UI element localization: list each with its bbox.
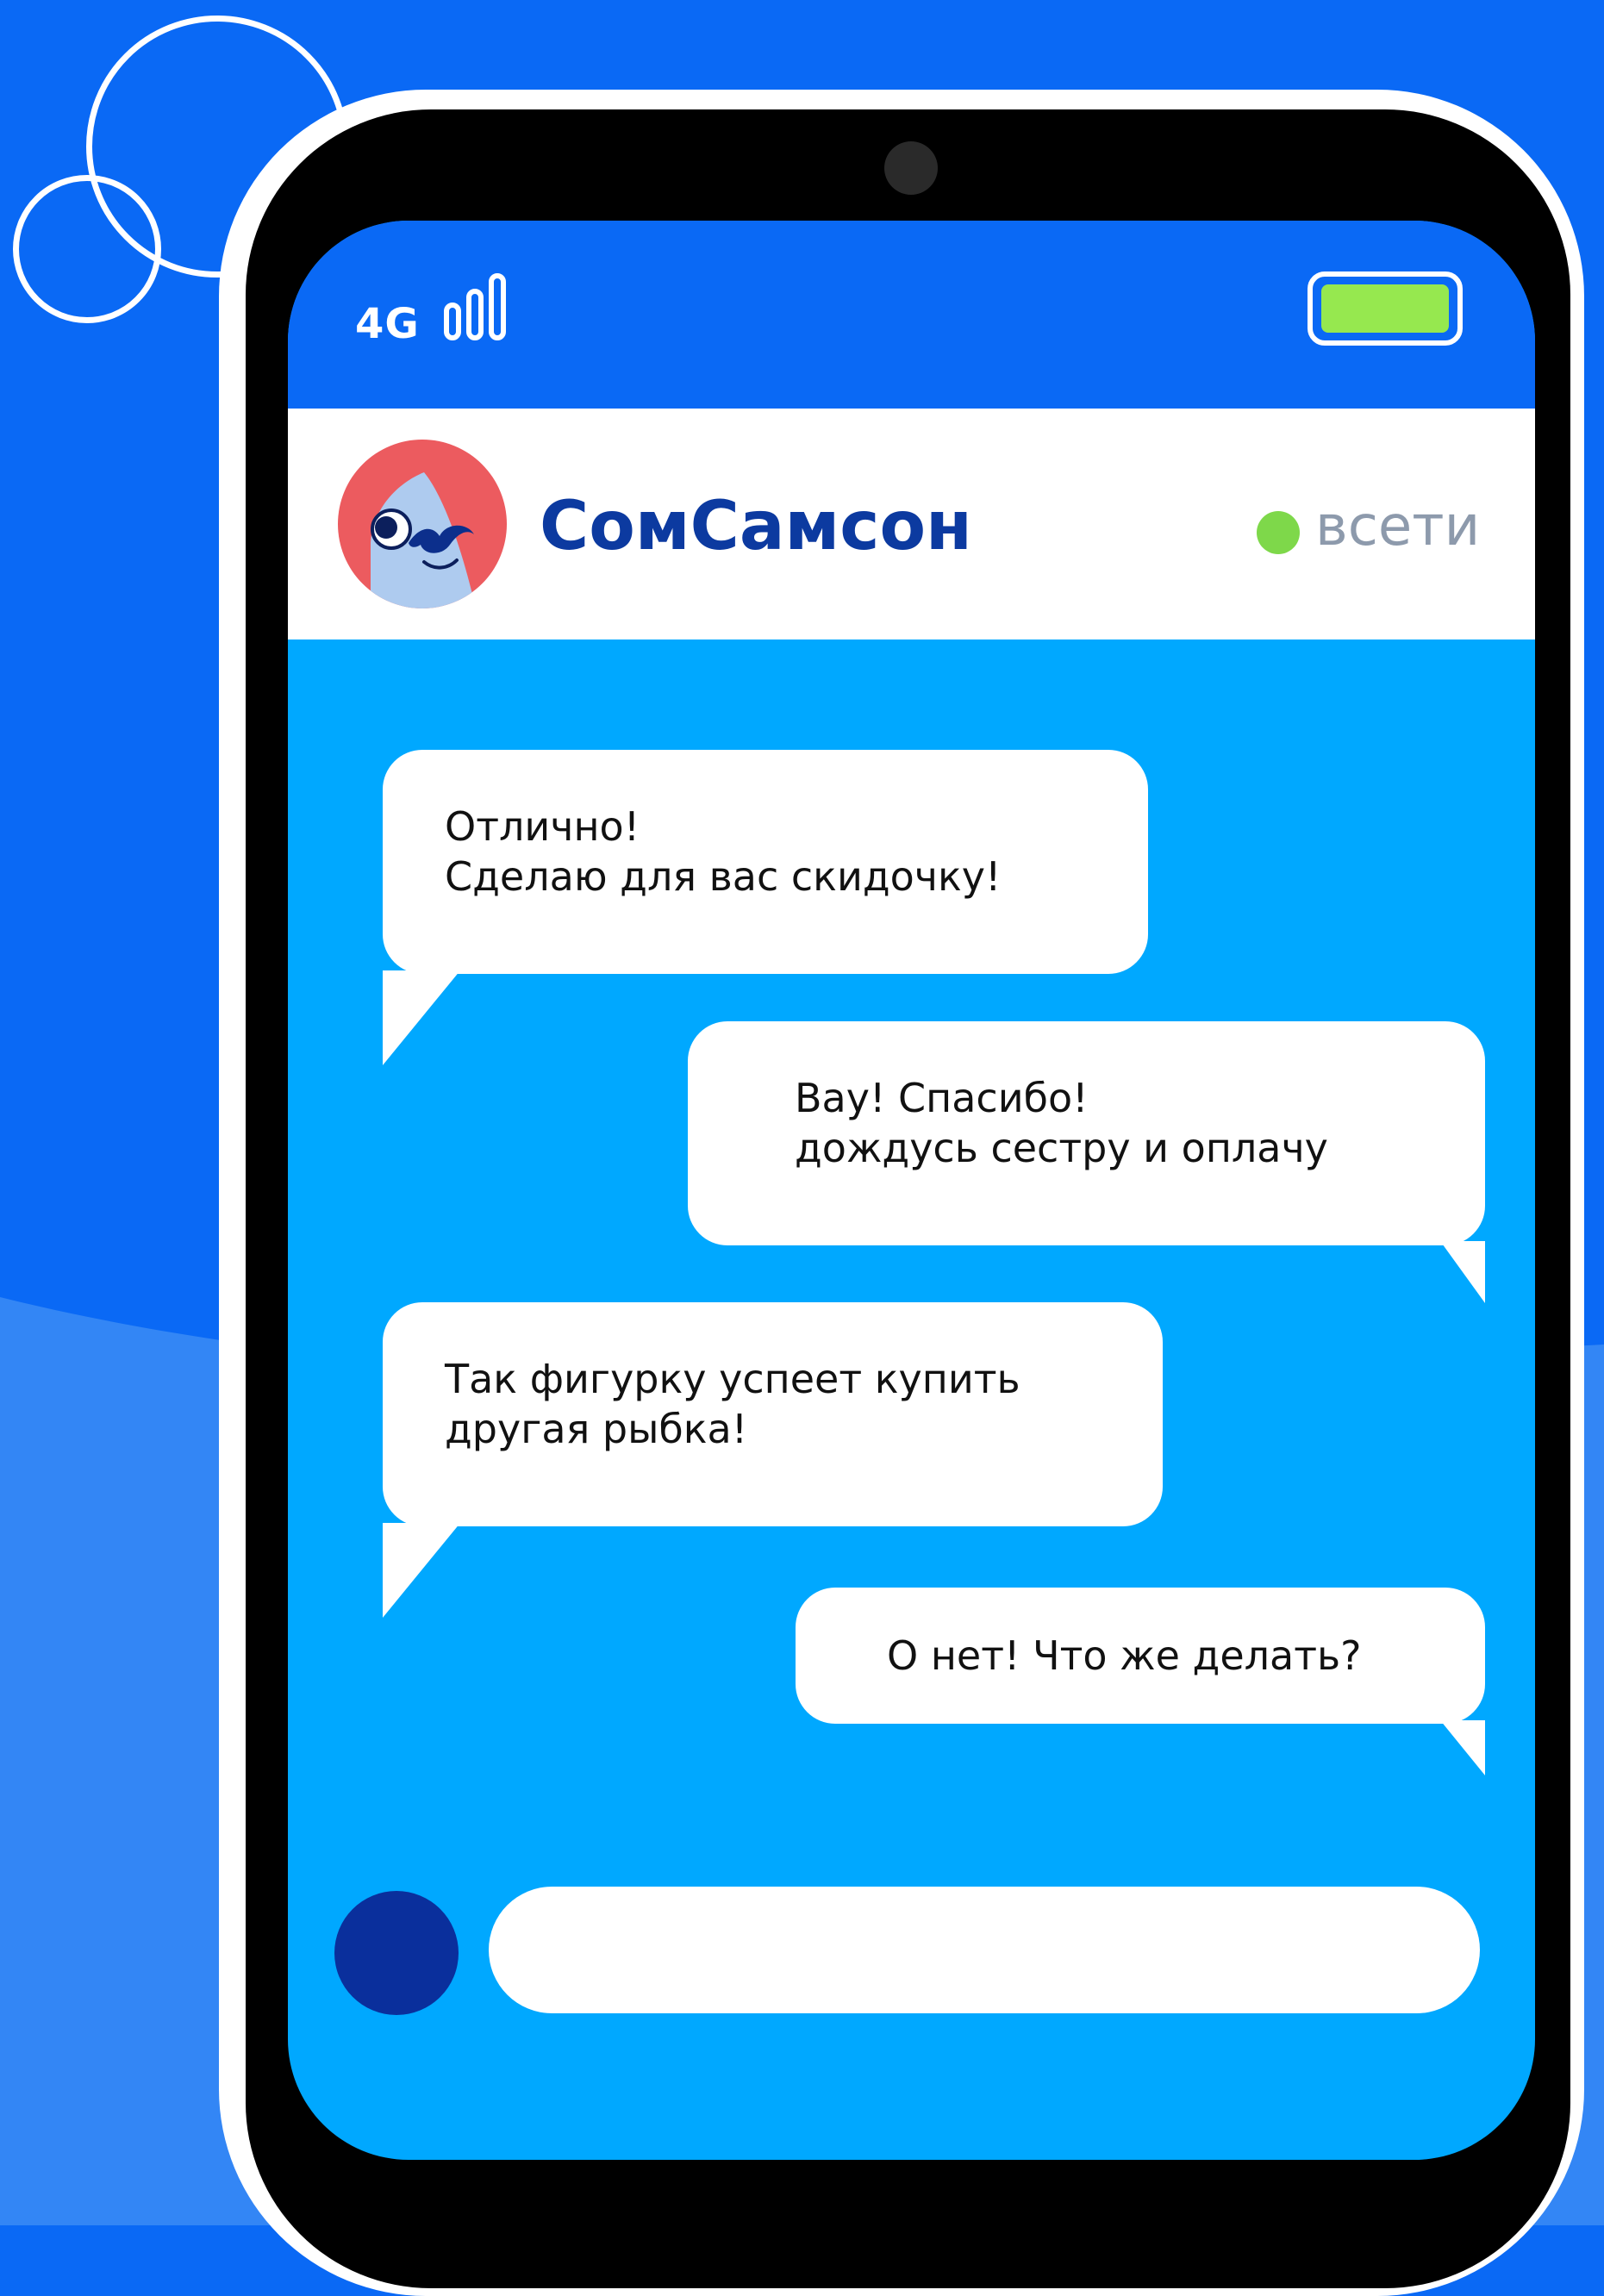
online-status-dot [1257, 511, 1300, 554]
bubble-tail [1440, 1241, 1485, 1303]
catfish-avatar-icon [371, 472, 476, 608]
battery-icon [1308, 271, 1463, 346]
message-text-line: другая рыбка! [445, 1406, 748, 1452]
phone-screen: 4G СомСамсон всети Отлично! Сделаю для в… [288, 221, 1535, 2160]
decorative-circle-small [13, 175, 161, 323]
bubble-tail [383, 970, 460, 1065]
chat-header[interactable]: СомСамсон всети [288, 409, 1535, 640]
network-label: 4G [355, 300, 420, 348]
send-button[interactable] [334, 1891, 459, 2015]
bubble-tail [1440, 1720, 1485, 1775]
status-bar: 4G [288, 221, 1535, 409]
message-text-line: дождусь сестру и оплачу [795, 1125, 1328, 1171]
bubble-tail [383, 1523, 460, 1618]
contact-avatar[interactable] [338, 440, 507, 608]
front-camera [884, 141, 938, 195]
message-bubble: Вау! Спасибо! дождусь сестру и оплачу [688, 1021, 1485, 1245]
signal-bars-icon [444, 273, 506, 340]
message-bubble: Отлично! Сделаю для вас скидочку! [383, 750, 1148, 974]
online-status-label: всети [1315, 495, 1481, 558]
message-bubble: Так фигурку успеет купить другая рыбка! [383, 1302, 1163, 1526]
message-text-line: О нет! Что же делать? [887, 1632, 1362, 1679]
message-text-line: Отлично! [445, 803, 640, 850]
message-input[interactable] [489, 1887, 1480, 2013]
message-text-line: Вау! Спасибо! [795, 1075, 1089, 1121]
message-text-line: Так фигурку успеет купить [445, 1356, 1020, 1402]
battery-level-fill [1321, 284, 1449, 333]
message-text-line: Сделаю для вас скидочку! [445, 853, 1002, 900]
contact-name[interactable]: СомСамсон [540, 488, 972, 565]
message-bubble: О нет! Что же делать? [796, 1588, 1485, 1724]
